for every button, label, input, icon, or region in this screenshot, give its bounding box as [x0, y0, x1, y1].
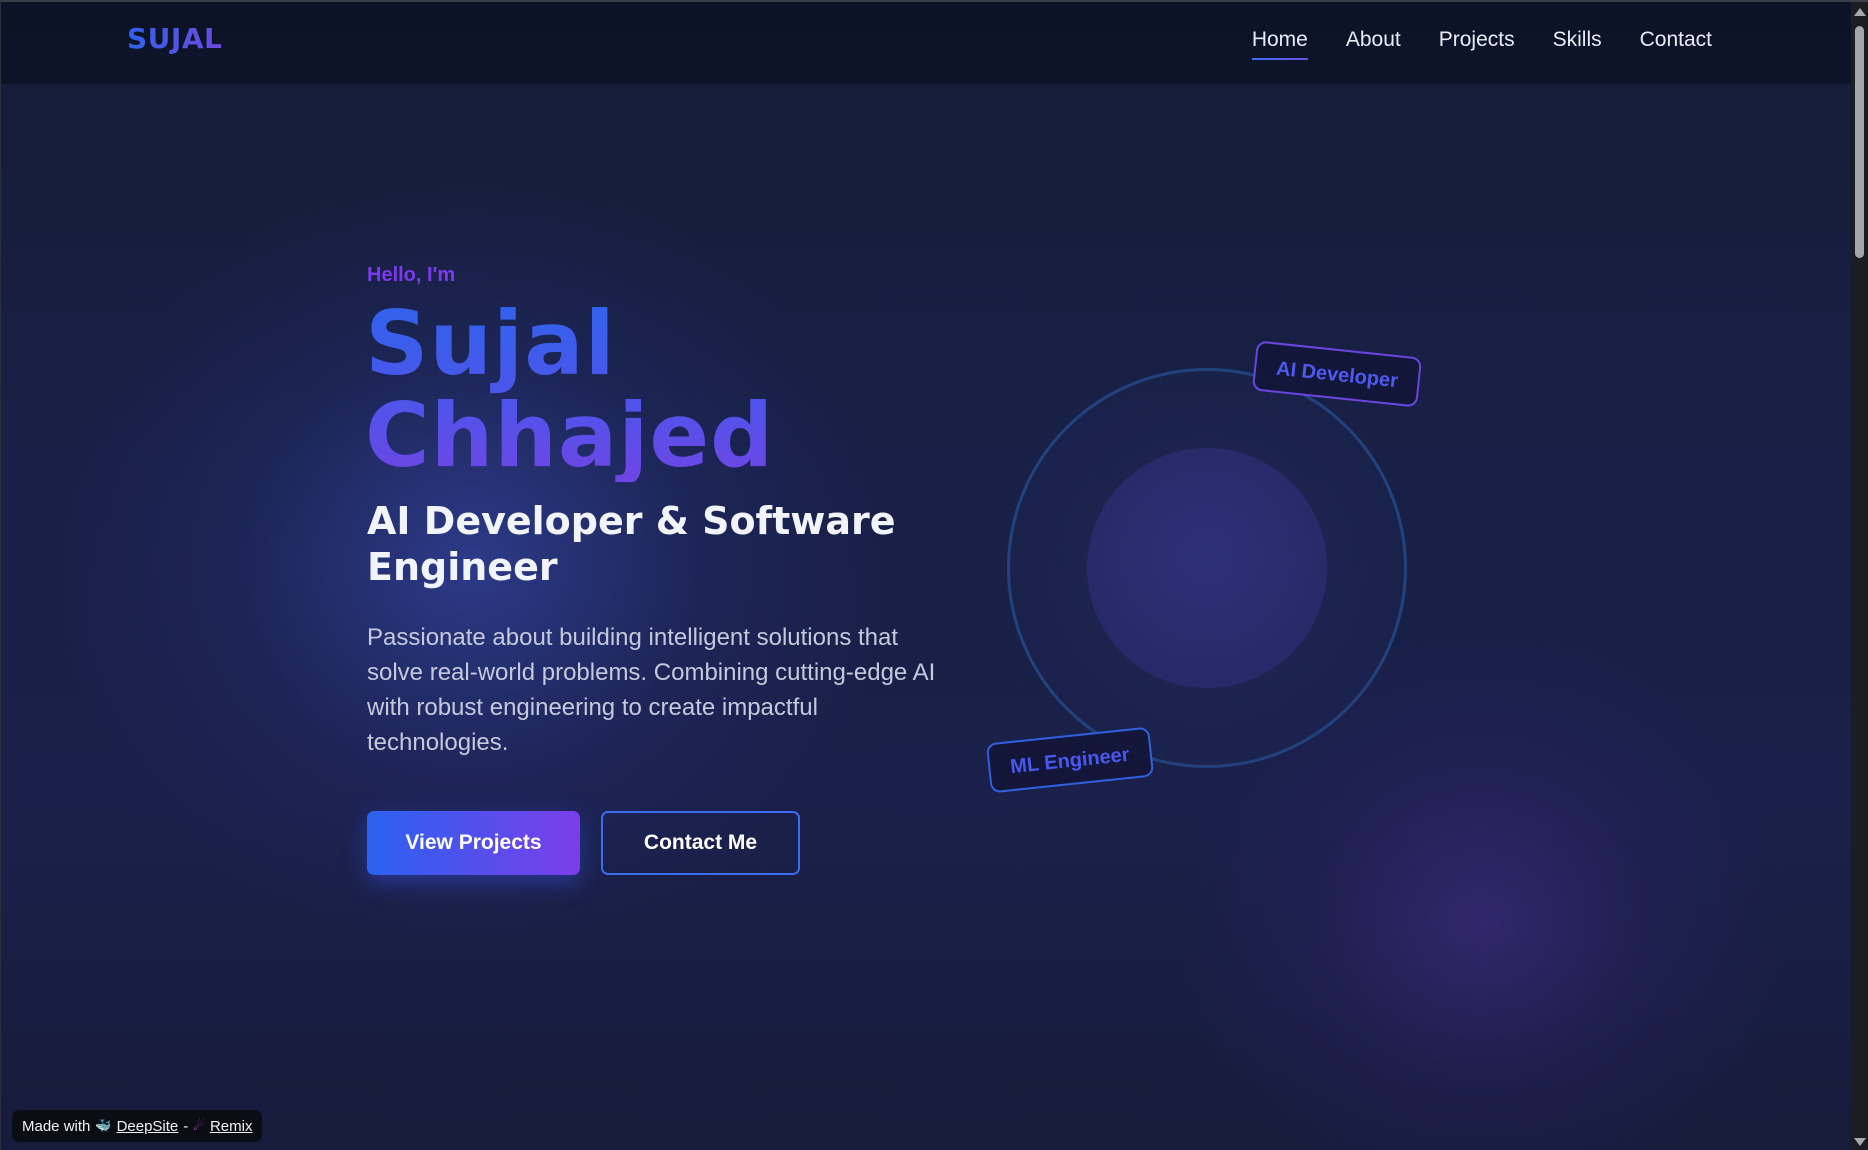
deepsite-link[interactable]: DeepSite [117, 1118, 179, 1135]
nav-links: Home About Projects Skills Contact [1251, 28, 1712, 60]
hero-name: Sujal Chhajed [365, 298, 774, 482]
nav-link-projects[interactable]: Projects [1439, 28, 1515, 60]
scrollbar-thumb[interactable] [1855, 26, 1864, 258]
made-with-label: Made with [22, 1117, 91, 1135]
navbar: SUJAL Home About Projects Skills Contact [1, 2, 1852, 84]
hero-name-first: Sujal [365, 292, 616, 395]
hero-role: AI Developer & Software Engineer [367, 499, 896, 589]
scroll-down-arrow-icon[interactable] [1854, 1138, 1866, 1146]
contact-me-button[interactable]: Contact Me [601, 811, 800, 875]
badge-separator: - [183, 1117, 189, 1135]
hero-name-last: Chhajed [365, 384, 775, 487]
view-projects-button[interactable]: View Projects [367, 811, 580, 875]
site-logo[interactable]: SUJAL [127, 22, 222, 55]
ml-engineer-tag: ML Engineer [985, 726, 1154, 794]
hero-greeting: Hello, I'm [367, 264, 456, 286]
hero-description: Passionate about building intelligent so… [367, 624, 936, 756]
remix-icon: ☄ [193, 1118, 205, 1133]
scroll-up-arrow-icon[interactable] [1854, 8, 1866, 16]
nav-link-contact[interactable]: Contact [1640, 28, 1712, 60]
scrollbar[interactable] [1851, 2, 1868, 1150]
made-with-badge: Made with 🐳 DeepSite - ☄ Remix [12, 1110, 263, 1142]
hero-circle-inner [1087, 448, 1327, 688]
remix-link[interactable]: Remix [210, 1118, 253, 1135]
nav-link-about[interactable]: About [1346, 28, 1401, 60]
deepsite-icon: 🐳 [95, 1118, 112, 1133]
nav-link-home[interactable]: Home [1251, 28, 1308, 60]
nav-link-skills[interactable]: Skills [1553, 28, 1602, 60]
page: SUJAL Home About Projects Skills Contact… [0, 0, 1868, 1150]
